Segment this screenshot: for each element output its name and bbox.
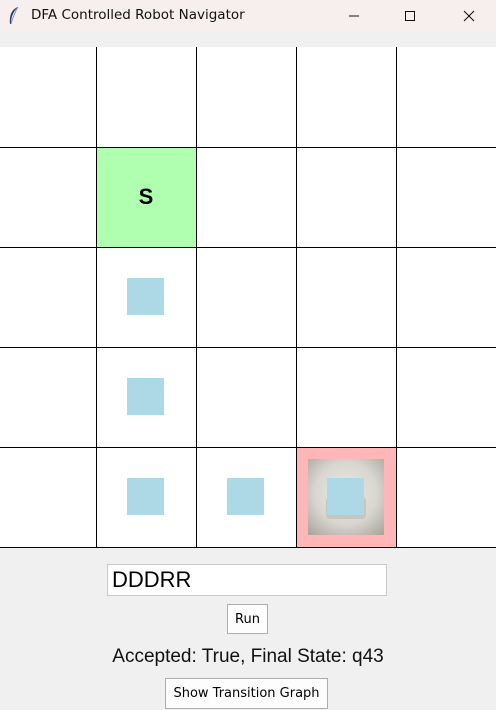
minimize-button[interactable] xyxy=(331,0,377,32)
start-label: S xyxy=(138,184,154,209)
maximize-button[interactable] xyxy=(387,0,433,32)
run-button[interactable]: Run xyxy=(227,604,268,634)
maximize-icon xyxy=(405,11,415,21)
close-icon xyxy=(463,10,475,22)
path-marker xyxy=(127,478,164,515)
grid-line-vertical xyxy=(196,47,197,548)
grid-line-vertical xyxy=(96,47,97,548)
grid-line-horizontal xyxy=(0,347,496,348)
navigation-grid: S xyxy=(0,47,496,548)
grid-line-vertical xyxy=(396,47,397,548)
start-cell: S xyxy=(96,147,196,247)
path-marker xyxy=(127,278,164,315)
close-button[interactable] xyxy=(446,0,492,32)
path-marker xyxy=(227,478,264,515)
feather-icon xyxy=(9,6,19,25)
show-transition-graph-button[interactable]: Show Transition Graph xyxy=(165,678,328,709)
minimize-icon xyxy=(349,15,359,17)
path-marker xyxy=(127,378,164,415)
grid-line-horizontal xyxy=(0,547,496,548)
grid-line-horizontal xyxy=(0,147,496,148)
grid-line-vertical xyxy=(296,47,297,548)
title-bar: DFA Controlled Robot Navigator xyxy=(0,0,496,32)
result-label: Accepted: True, Final State: q43 xyxy=(112,646,384,667)
grid-line-horizontal xyxy=(0,447,496,448)
path-marker xyxy=(327,478,364,515)
grid-line-horizontal xyxy=(0,247,496,248)
title-separator xyxy=(0,32,496,48)
window-title: DFA Controlled Robot Navigator xyxy=(31,7,245,23)
command-input[interactable] xyxy=(107,564,387,596)
